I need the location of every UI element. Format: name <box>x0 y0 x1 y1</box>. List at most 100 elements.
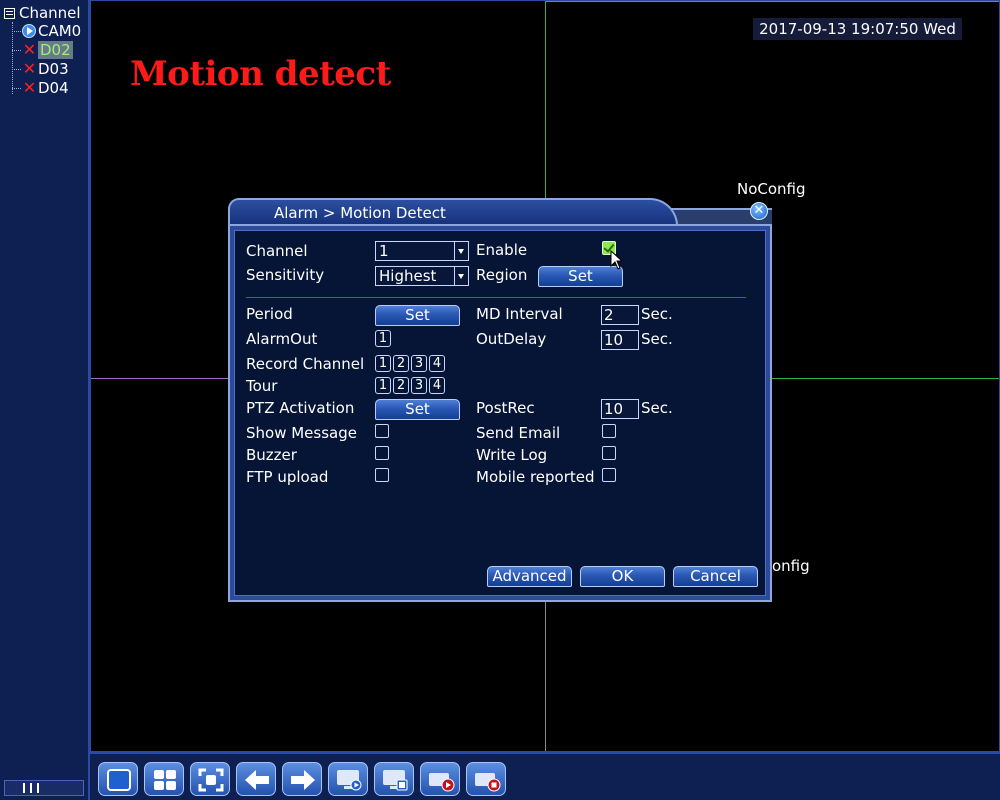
tour-label: Tour <box>246 377 278 395</box>
single-view-icon <box>107 769 131 791</box>
show-message-label: Show Message <box>246 424 357 442</box>
fullscreen-button[interactable] <box>190 762 230 796</box>
channel-select[interactable]: 1 <box>375 241 469 261</box>
dialog-title: Alarm > Motion Detect <box>274 204 446 222</box>
dialog-body: Channel 1 Enable Sensitivity Highest Reg… <box>228 224 772 602</box>
dropdown-arrow-icon <box>454 267 468 285</box>
sensitivity-select-value: Highest <box>379 267 437 285</box>
postrec-unit: Sec. <box>641 399 673 417</box>
ftp-upload-checkbox[interactable] <box>375 468 389 482</box>
sensitivity-label: Sensitivity <box>246 266 325 284</box>
offline-x-icon: ✕ <box>22 40 37 59</box>
previous-icon <box>245 770 269 790</box>
monitor-play-button[interactable] <box>328 762 368 796</box>
channel-select-value: 1 <box>379 242 389 260</box>
cancel-button[interactable]: Cancel <box>673 566 758 587</box>
send-email-label: Send Email <box>476 424 561 442</box>
tour-1-toggle[interactable]: 1 <box>375 377 391 394</box>
quad-view-icon <box>154 770 176 790</box>
tree-item-label: D02 <box>38 41 73 59</box>
single-view-button[interactable] <box>98 762 138 796</box>
motion-detect-dialog: Alarm > Motion Detect ✕ Channel 1 Enable… <box>228 198 772 602</box>
send-email-checkbox[interactable] <box>602 424 616 438</box>
offline-x-icon: ✕ <box>22 59 37 78</box>
mouse-cursor-icon <box>610 250 624 270</box>
postrec-label: PostRec <box>476 399 535 417</box>
record-channel-2-toggle[interactable]: 2 <box>393 355 409 372</box>
tree-item-d02[interactable]: ✕ D02 <box>12 41 73 59</box>
previous-button[interactable] <box>236 762 276 796</box>
noconfig-label: onfig <box>772 557 810 575</box>
next-button[interactable] <box>282 762 322 796</box>
bottom-toolbar <box>90 752 1000 800</box>
sensitivity-select[interactable]: Highest <box>375 266 469 286</box>
outdelay-unit: Sec. <box>641 330 673 348</box>
quad-view-button[interactable] <box>144 762 184 796</box>
dialog-content: Channel 1 Enable Sensitivity Highest Reg… <box>234 230 766 596</box>
buzzer-label: Buzzer <box>246 446 297 464</box>
next-icon <box>291 770 315 790</box>
tree-item-label: D04 <box>38 79 69 97</box>
record-channel-label: Record Channel <box>246 355 365 373</box>
ptz-activation-label: PTZ Activation <box>246 399 355 417</box>
period-label: Period <box>246 305 293 323</box>
alarmout-label: AlarmOut <box>246 330 318 348</box>
stop-record-icon <box>475 773 501 792</box>
tree-item-cam0[interactable]: CAM0 <box>12 22 81 40</box>
channel-tree-root-label: Channel <box>19 4 81 22</box>
datetime-display: 2017-09-13 19:07:50 Wed <box>753 18 962 40</box>
monitor-grid-icon <box>383 770 408 791</box>
md-interval-label: MD Interval <box>476 305 563 323</box>
record-button[interactable] <box>420 762 460 796</box>
tour-4-toggle[interactable]: 4 <box>429 377 445 394</box>
monitor-grid-button[interactable] <box>374 762 414 796</box>
scrollbar-thumb[interactable] <box>23 783 39 793</box>
tree-item-label: CAM0 <box>38 22 82 40</box>
monitor-play-icon <box>337 770 362 791</box>
dropdown-arrow-icon <box>454 242 468 260</box>
section-divider <box>246 297 746 298</box>
ok-button[interactable]: OK <box>580 566 665 587</box>
dialog-title-tab: Alarm > Motion Detect <box>228 198 678 226</box>
record-icon <box>429 773 455 792</box>
tree-item-d04[interactable]: ✕ D04 <box>12 79 69 97</box>
write-log-label: Write Log <box>476 446 548 464</box>
show-message-checkbox[interactable] <box>375 424 389 438</box>
tree-item-d03[interactable]: ✕ D03 <box>12 60 69 78</box>
period-set-button[interactable]: Set <box>375 305 460 326</box>
write-log-checkbox[interactable] <box>602 446 616 460</box>
stop-record-button[interactable] <box>466 762 506 796</box>
ftp-upload-label: FTP upload <box>246 468 329 486</box>
region-label: Region <box>476 266 528 284</box>
tour-2-toggle[interactable]: 2 <box>393 377 409 394</box>
fullscreen-icon <box>198 768 224 792</box>
record-channel-4-toggle[interactable]: 4 <box>429 355 445 372</box>
channel-label: Channel <box>246 242 308 260</box>
buzzer-checkbox[interactable] <box>375 446 389 460</box>
enable-label: Enable <box>476 241 528 259</box>
tour-3-toggle[interactable]: 3 <box>411 377 427 394</box>
osd-title: Motion detect <box>130 54 391 94</box>
grid-divider <box>545 1 999 2</box>
outdelay-label: OutDelay <box>476 330 547 348</box>
postrec-input[interactable]: 10 <box>601 399 639 419</box>
tree-item-label: D03 <box>38 60 69 78</box>
ptz-set-button[interactable]: Set <box>375 399 460 420</box>
record-channel-1-toggle[interactable]: 1 <box>375 355 391 372</box>
horizontal-scrollbar[interactable] <box>4 780 84 796</box>
advanced-button[interactable]: Advanced <box>487 566 572 587</box>
close-button[interactable]: ✕ <box>750 202 768 220</box>
alarmout-1-toggle[interactable]: 1 <box>375 330 391 347</box>
list-icon <box>4 7 15 19</box>
channel-tree-root[interactable]: Channel <box>4 4 81 22</box>
camera-online-icon <box>22 24 36 38</box>
close-icon: ✕ <box>753 203 765 218</box>
outdelay-input[interactable]: 10 <box>601 330 639 350</box>
noconfig-label: NoConfig <box>737 180 806 198</box>
channel-tree-panel: Channel CAM0 ✕ D02 ✕ D03 ✕ D04 <box>0 0 90 800</box>
md-interval-unit: Sec. <box>641 305 673 323</box>
record-channel-3-toggle[interactable]: 3 <box>411 355 427 372</box>
mobile-reported-checkbox[interactable] <box>602 468 616 482</box>
md-interval-input[interactable]: 2 <box>601 305 639 325</box>
mobile-reported-label: Mobile reported <box>476 468 595 486</box>
